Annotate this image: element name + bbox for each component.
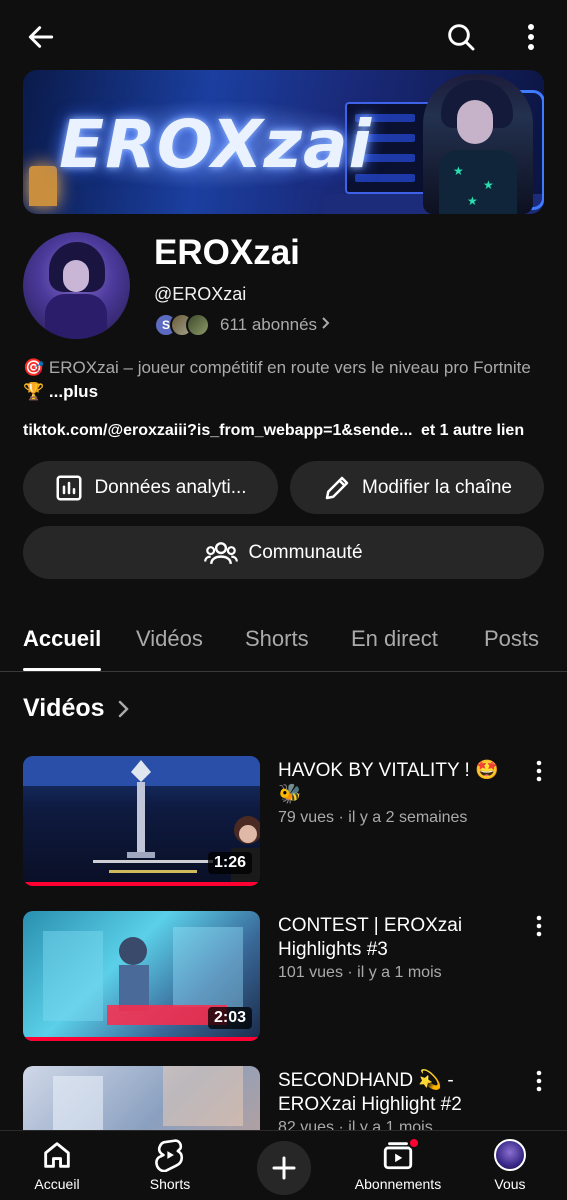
nav-you[interactable]: Vous <box>460 1137 560 1192</box>
video-more-button[interactable] <box>535 760 555 784</box>
pencil-icon <box>325 476 349 499</box>
channel-description[interactable]: 🎯 EROXzai – joueur compétitif en route v… <box>23 356 543 404</box>
nav-home-label: Accueil <box>34 1176 80 1192</box>
videos-section-header[interactable]: Vidéos <box>23 694 135 723</box>
subscriber-count: 611 abonnés <box>220 315 318 334</box>
chevron-right-icon <box>321 316 331 335</box>
watch-progress-bar <box>23 882 260 886</box>
nav-shorts-label: Shorts <box>149 1176 191 1192</box>
video-item[interactable]: 2:03 CONTEST | EROXzai Highlights #3 101… <box>23 911 567 1041</box>
plus-icon <box>272 1156 296 1180</box>
analytics-label: Données analyti... <box>94 476 247 498</box>
channel-avatar[interactable] <box>23 232 130 339</box>
home-icon <box>44 1142 70 1168</box>
channel-banner: ★ ★ ★ EROXzai <box>23 70 544 214</box>
nav-shorts[interactable]: Shorts <box>120 1137 220 1192</box>
arrow-left-icon <box>28 26 54 48</box>
tab-posts[interactable]: Posts <box>484 626 539 652</box>
video-title[interactable]: CONTEST | EROXzai Highlights #3 <box>278 914 518 962</box>
nav-subscriptions[interactable]: Abonnements <box>348 1137 448 1192</box>
more-vert-icon <box>536 915 542 937</box>
nav-subscriptions-label: Abonnements <box>354 1176 442 1192</box>
banner-lamp <box>29 166 57 206</box>
channel-name: EROXzai <box>154 233 300 272</box>
channel-link-extra[interactable]: et 1 autre lien <box>421 422 524 439</box>
description-text: 🎯 EROXzai – joueur compétitif en route v… <box>23 358 531 401</box>
video-item[interactable]: 1:26 HAVOK BY VITALITY ! 🤩🐝 79 vues · il… <box>23 756 567 886</box>
channel-tabs: Accueil Vidéos Shorts En direct Posts <box>0 602 567 672</box>
edit-channel-label: Modifier la chaîne <box>362 476 512 498</box>
back-button[interactable] <box>18 14 64 60</box>
description-more[interactable]: ...plus <box>49 382 98 401</box>
nav-home[interactable]: Accueil <box>7 1137 107 1192</box>
more-vert-icon <box>528 24 534 50</box>
community-label: Communauté <box>248 541 363 563</box>
video-thumbnail[interactable]: 1:26 <box>23 756 260 886</box>
section-title: Vidéos <box>23 694 105 722</box>
video-title[interactable]: HAVOK BY VITALITY ! 🤩🐝 <box>278 759 518 807</box>
active-tab-indicator <box>23 668 101 671</box>
search-icon <box>448 24 475 51</box>
video-title[interactable]: SECONDHAND 💫 - EROXzai Highlight #2 <box>278 1069 518 1117</box>
edit-channel-button[interactable]: Modifier la chaîne <box>290 461 544 514</box>
analytics-button[interactable]: Données analyti... <box>23 461 278 514</box>
subscriber-avatar <box>186 313 210 337</box>
community-icon <box>204 541 239 564</box>
community-button[interactable]: Communauté <box>23 526 544 579</box>
tab-shorts[interactable]: Shorts <box>245 626 309 652</box>
banner-character: ★ ★ ★ <box>423 74 533 214</box>
video-thumbnail[interactable]: 2:03 <box>23 911 260 1041</box>
video-meta: 79 vues · il y a 2 semaines <box>278 809 468 826</box>
tab-videos[interactable]: Vidéos <box>136 626 203 652</box>
tab-home[interactable]: Accueil <box>23 626 101 652</box>
search-button[interactable] <box>438 14 484 60</box>
video-meta: 101 vues · il y a 1 mois <box>278 964 442 981</box>
chevron-right-icon <box>118 700 129 717</box>
video-more-button[interactable] <box>535 1070 555 1094</box>
notification-dot <box>408 1137 420 1149</box>
channel-links[interactable]: tiktok.com/@eroxzaiii?is_from_webapp=1&s… <box>23 422 553 440</box>
tab-live[interactable]: En direct <box>351 626 438 652</box>
nav-you-label: Vous <box>494 1176 526 1192</box>
more-vert-icon <box>536 760 542 782</box>
channel-handle: @EROXzai <box>154 284 247 304</box>
channel-link[interactable]: tiktok.com/@eroxzaiii?is_from_webapp=1&s… <box>23 422 413 439</box>
video-duration: 2:03 <box>207 1007 252 1029</box>
watch-progress-bar <box>23 1037 260 1041</box>
more-vert-icon <box>536 1070 542 1092</box>
create-button[interactable] <box>257 1141 311 1195</box>
video-duration: 1:26 <box>207 852 252 874</box>
bottom-navigation: Accueil Shorts Abonnements Vous <box>0 1130 567 1200</box>
subscribers-row[interactable]: S 611 abonnés <box>154 312 331 338</box>
analytics-icon <box>56 475 82 500</box>
banner-logo-text: EROXzai <box>59 106 373 183</box>
more-options-button[interactable] <box>510 14 552 60</box>
video-more-button[interactable] <box>535 915 555 939</box>
shorts-icon <box>155 1139 184 1172</box>
top-bar <box>0 0 567 70</box>
user-avatar <box>494 1139 526 1171</box>
